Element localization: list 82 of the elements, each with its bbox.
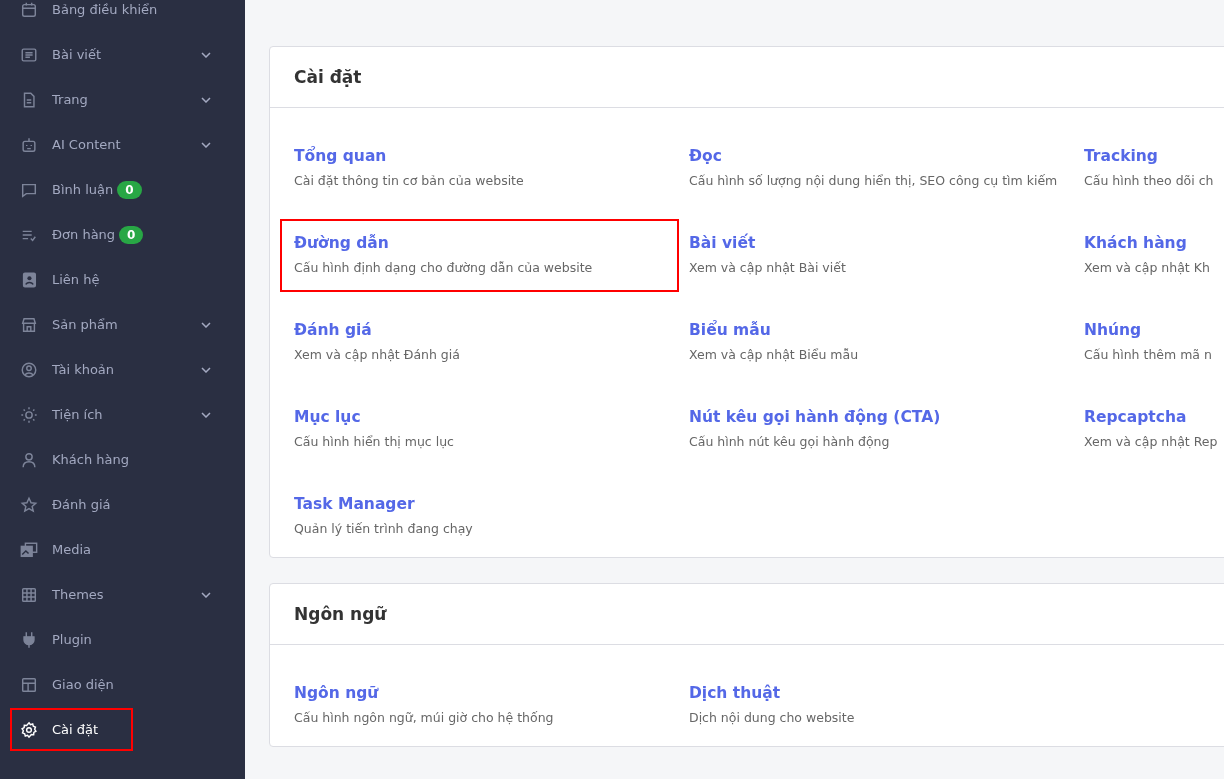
settings-description: Cấu hình số lượng nội dung hiển thị, SEO công cụ tìm kiếm (689, 172, 1059, 190)
settings-link[interactable]: Khách hàng (1084, 234, 1187, 252)
card-title: Cài đặt (294, 67, 362, 87)
sidebar-item-label: Trang (52, 92, 88, 107)
settings-description: Cấu hình hiển thị mục lục (294, 433, 455, 451)
settings-link[interactable]: Tracking (1084, 147, 1158, 165)
image-icon (20, 540, 38, 559)
sidebar-item-label: Sản phẩm (52, 317, 118, 332)
settings-link[interactable]: Biểu mẫu (689, 321, 771, 339)
sidebar-item-label: AI Content (52, 137, 121, 152)
sidebar-item[interactable]: Trang (10, 77, 235, 122)
contact-card-icon (20, 270, 38, 289)
robot-icon (20, 135, 38, 154)
sidebar-item[interactable]: Đơn hàng 0 (10, 212, 235, 257)
person-icon (20, 450, 38, 469)
settings-link[interactable]: Đọc (689, 147, 722, 165)
sidebar-item-label: Bài viết (52, 47, 102, 62)
settings-link[interactable]: Nút kêu gọi hành động (CTA) (689, 408, 941, 426)
sidebar-item-label: Cài đặt (52, 722, 99, 737)
sidebar-item[interactable]: Bình luận 0 (10, 167, 235, 212)
settings-description: Cấu hình định dạng cho đường dẫn của website (294, 259, 594, 277)
count-badge: 0 (119, 225, 144, 244)
settings-description: Cấu hình theo dõi ch (1084, 172, 1215, 190)
sidebar-item-label: Bảng điều khiển (52, 2, 158, 17)
sidebar-item[interactable]: Media (10, 527, 235, 572)
settings-link[interactable]: Bài viết (689, 234, 756, 252)
calendar-icon (20, 0, 38, 19)
settings-link[interactable]: Nhúng (1084, 321, 1142, 339)
count-badge: 0 (117, 180, 142, 199)
settings-link[interactable]: Dịch thuật (689, 684, 781, 702)
sidebar-item[interactable]: Giao diện (10, 662, 235, 707)
sidebar-item[interactable]: Bài viết (10, 32, 235, 77)
sidebar-item[interactable]: Tiện ích (10, 392, 235, 437)
sidebar-item-label: Plugin (52, 632, 92, 647)
sidebar-item-label: Themes (52, 587, 104, 602)
settings-description: Xem và cập nhật Bài viết (689, 259, 847, 277)
sidebar-item[interactable]: Liên hệ (10, 257, 235, 302)
settings-description: Quản lý tiến trình đang chạy (294, 520, 474, 538)
settings-description: Xem và cập nhật Đánh giá (294, 346, 461, 364)
settings-icon (20, 720, 38, 739)
sidebar-item-label: Tài khoản (52, 362, 115, 377)
document-icon (20, 45, 38, 64)
settings-description: Xem và cập nhật Rep (1084, 433, 1219, 451)
settings-link[interactable]: Đường dẫn (294, 234, 389, 252)
settings-description: Xem và cập nhật Biểu mẫu (689, 346, 860, 364)
settings-description: Cài đặt thông tin cơ bản của website (294, 172, 525, 190)
settings-link[interactable]: Repcaptcha (1084, 408, 1187, 426)
plug-icon (20, 630, 38, 649)
settings-description: Dịch nội dung cho website (689, 709, 856, 727)
settings-link[interactable]: Đánh giá (294, 321, 372, 339)
layout-icon (20, 675, 38, 694)
store-icon (20, 315, 38, 334)
sidebar-item[interactable]: Bảng điều khiển (10, 0, 235, 32)
sidebar-item-label: Liên hệ (52, 272, 100, 287)
settings-description: Cấu hình thêm mã n (1084, 346, 1213, 364)
sidebar-item[interactable]: Cài đặt (10, 708, 133, 751)
sidebar-item[interactable]: Plugin (10, 617, 235, 662)
sidebar-item[interactable]: Đánh giá (10, 482, 235, 527)
user-circle-icon (20, 360, 38, 379)
sidebar-item-label: Media (52, 542, 92, 557)
sidebar-item-label: Khách hàng (52, 452, 129, 467)
sidebar-item-label: Tiện ích (52, 407, 103, 422)
sidebar-item-label: Giao diện (52, 677, 114, 692)
sidebar-item-label: Bình luận (52, 182, 114, 197)
settings-link[interactable]: Ngôn ngữ (294, 684, 379, 702)
settings-link[interactable]: Mục lục (294, 408, 361, 426)
sidebar-item[interactable]: Sản phẩm (10, 302, 235, 347)
grid-icon (20, 585, 38, 604)
card-title: Ngôn ngữ (294, 604, 387, 624)
sidebar-item[interactable]: Khách hàng (10, 437, 235, 482)
sidebar-item-label: Đánh giá (52, 497, 111, 512)
sidebar-item-label: Đơn hàng (52, 227, 116, 242)
settings-description: Cấu hình nút kêu gọi hành động (689, 433, 891, 451)
sidebar-item[interactable]: AI Content (10, 122, 235, 167)
sidebar-item[interactable]: Tài khoản (10, 347, 235, 392)
settings-link[interactable]: Tổng quan (294, 147, 387, 165)
sidebar-item[interactable]: Themes (10, 572, 235, 617)
star-icon (20, 495, 38, 514)
settings-link[interactable]: Task Manager (294, 495, 415, 513)
sun-icon (20, 405, 38, 424)
settings-description: Xem và cập nhật Kh (1084, 259, 1211, 277)
settings-description: Cấu hình ngôn ngữ, múi giờ cho hệ thống (294, 709, 555, 727)
